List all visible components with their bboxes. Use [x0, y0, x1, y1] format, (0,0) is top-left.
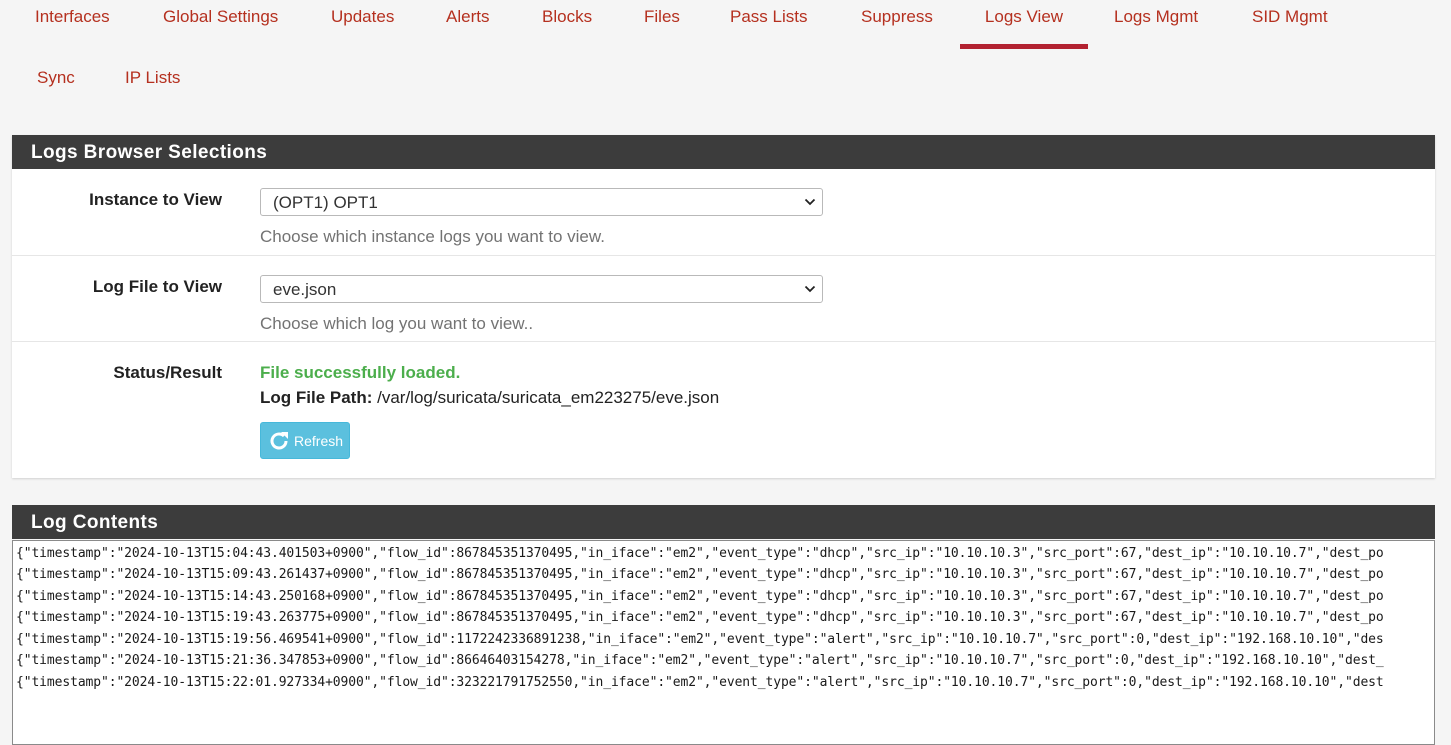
logfile-label: Log File to View — [92, 277, 222, 296]
log-line: {"timestamp":"2024-10-13T15:19:56.469541… — [16, 632, 1384, 647]
logfile-select-value: eve.json — [273, 280, 337, 299]
status-message: File successfully loaded. — [260, 363, 461, 382]
status-row: Status/Result File successfully loaded. … — [12, 341, 1435, 478]
tab-updates[interactable]: Updates — [331, 7, 394, 27]
logfile-help-text: Choose which log you want to view.. — [260, 314, 534, 333]
log-line: {"timestamp":"2024-10-13T15:21:36.347853… — [16, 653, 1384, 668]
tab-blocks[interactable]: Blocks — [542, 7, 592, 27]
panel-title: Logs Browser Selections — [12, 135, 1435, 169]
log-line: {"timestamp":"2024-10-13T15:14:43.250168… — [16, 589, 1384, 604]
log-file-path: Log File Path: /var/log/suricata/suricat… — [260, 388, 719, 408]
log-line: {"timestamp":"2024-10-13T15:09:43.261437… — [16, 567, 1384, 582]
chevron-down-icon — [804, 198, 816, 206]
log-line: {"timestamp":"2024-10-13T15:19:43.263775… — [16, 610, 1384, 625]
tab-bar: Interfaces Global Settings Updates Alert… — [0, 0, 1451, 110]
log-line: {"timestamp":"2024-10-13T15:22:01.927334… — [16, 675, 1384, 690]
tab-pass-lists[interactable]: Pass Lists — [730, 7, 807, 27]
tab-suppress[interactable]: Suppress — [861, 7, 933, 27]
tab-alerts[interactable]: Alerts — [446, 7, 489, 27]
logs-browser-panel: Logs Browser Selections Instance to View… — [12, 135, 1435, 478]
tab-sid-mgmt[interactable]: SID Mgmt — [1252, 7, 1328, 27]
logfile-select[interactable]: eve.json — [260, 275, 823, 303]
status-label: Status/Result — [113, 363, 222, 382]
log-file-path-label: Log File Path: — [260, 388, 373, 407]
chevron-down-icon — [804, 285, 816, 293]
tab-global-settings[interactable]: Global Settings — [163, 7, 278, 27]
log-file-path-value: /var/log/suricata/suricata_em223275/eve.… — [377, 388, 720, 407]
refresh-button[interactable]: Refresh — [260, 422, 350, 459]
instance-label: Instance to View — [89, 190, 222, 209]
refresh-label: Refresh — [294, 433, 344, 449]
log-line: {"timestamp":"2024-10-13T15:04:43.401503… — [16, 546, 1384, 561]
instance-select-value: (OPT1) OPT1 — [273, 193, 378, 212]
instance-row: Instance to View (OPT1) OPT1 Choose whic… — [12, 169, 1435, 255]
refresh-icon — [270, 432, 288, 450]
instance-help-text: Choose which instance logs you want to v… — [260, 227, 605, 246]
tab-logs-mgmt[interactable]: Logs Mgmt — [1114, 7, 1198, 27]
log-contents-panel: Log Contents {"timestamp":"2024-10-13T15… — [12, 505, 1435, 745]
tab-files[interactable]: Files — [644, 7, 680, 27]
tab-interfaces[interactable]: Interfaces — [35, 7, 110, 27]
logfile-row: Log File to View eve.json Choose which l… — [12, 255, 1435, 342]
tab-logs-view[interactable]: Logs View — [960, 7, 1088, 49]
tab-ip-lists[interactable]: IP Lists — [125, 68, 180, 88]
tab-sync[interactable]: Sync — [37, 68, 75, 88]
log-textarea[interactable]: {"timestamp":"2024-10-13T15:04:43.401503… — [12, 540, 1435, 745]
instance-select[interactable]: (OPT1) OPT1 — [260, 188, 823, 216]
panel-title: Log Contents — [12, 505, 1435, 539]
